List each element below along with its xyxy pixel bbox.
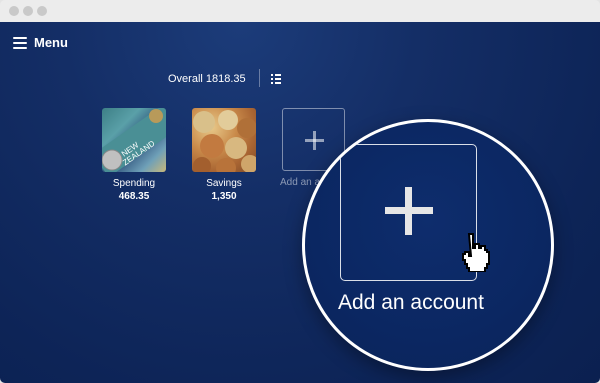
account-tile-savings[interactable]: [192, 108, 256, 172]
close-window-button[interactable]: [9, 6, 19, 16]
magnifier-callout: Add an account: [302, 119, 554, 371]
coins-image: [193, 110, 256, 172]
maximize-window-button[interactable]: [37, 6, 47, 16]
account-value-savings: 1,350: [211, 191, 237, 202]
app-content: Menu Overall 1818.35 NEW ZEALAND Spendin…: [0, 22, 600, 383]
app-window: Menu Overall 1818.35 NEW ZEALAND Spendin…: [0, 0, 600, 383]
menu-label: Menu: [34, 35, 68, 50]
account-tile-spending[interactable]: NEW ZEALAND: [102, 108, 166, 172]
list-view-icon[interactable]: [271, 74, 281, 84]
overall-total: Overall 1818.35: [168, 73, 246, 85]
add-account-label: Add an account: [338, 291, 484, 314]
title-bar: [0, 0, 600, 23]
menu-button[interactable]: Menu: [13, 35, 68, 50]
divider: [259, 69, 260, 87]
hand-pointer-icon: [462, 233, 490, 272]
banknote-image: NEW ZEALAND: [102, 108, 166, 172]
hamburger-icon: [13, 37, 27, 49]
account-value-spending: 468.35: [118, 191, 150, 202]
minimize-window-button[interactable]: [23, 6, 33, 16]
account-name-savings: Savings: [206, 178, 242, 189]
account-name-spending: Spending: [112, 178, 156, 189]
